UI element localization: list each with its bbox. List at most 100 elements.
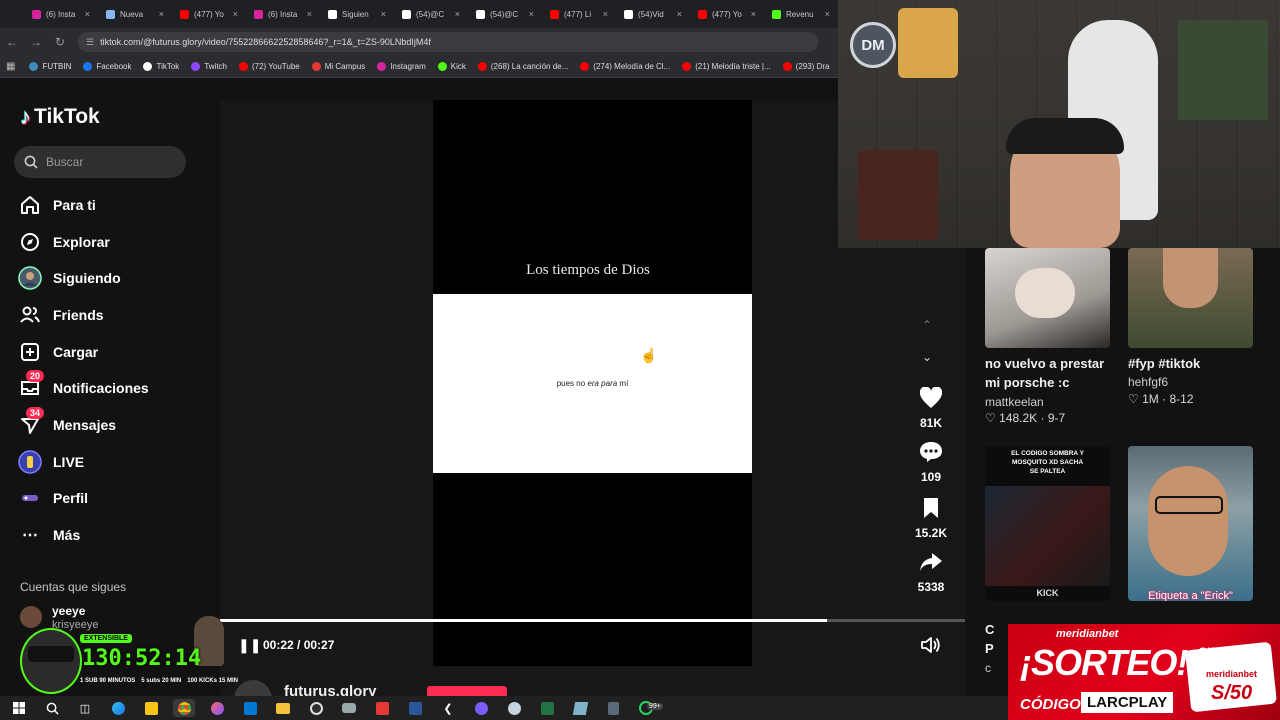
bookmark-item[interactable]: Instagram [377,62,426,71]
bookmark-item[interactable]: Twitch [191,62,227,71]
tab-label: (6) Insta [46,9,76,19]
search-input[interactable] [46,155,166,169]
recommended-thumb-1[interactable] [985,248,1110,348]
recommended-user-1[interactable]: mattkeelan [985,395,1044,409]
nav-notificaciones[interactable]: 20 Notificaciones [18,370,149,401]
search-box[interactable] [14,146,186,178]
tab-favicon-icon [106,9,115,19]
recommended-title-2[interactable]: #fyp #tiktok [1128,354,1253,373]
excel-icon[interactable] [536,699,558,717]
media-app-icon[interactable] [371,699,393,717]
windows-start-icon[interactable] [8,699,30,717]
search-icon[interactable] [41,699,63,717]
bookmark-item[interactable]: (274) Melodía de Cl... [580,62,670,71]
store-icon[interactable] [140,699,162,717]
browser-tab[interactable]: (477) Yo × [170,2,244,26]
recommended-title-3[interactable]: C [985,620,994,639]
task-view-icon[interactable]: ◫ [74,699,96,717]
recommended-user-3[interactable]: c [985,661,991,675]
tab-close-icon[interactable]: × [529,9,534,19]
comment-action[interactable]: 109 [908,441,954,484]
browser-tab[interactable]: (54)@C × [466,2,540,26]
previous-video-chevron-icon[interactable]: ⌃ [922,318,932,332]
comment-icon [920,442,942,462]
tab-close-icon[interactable]: × [455,9,460,19]
chrome-icon[interactable] [173,699,195,717]
bookmark-item[interactable]: (293) Dra [782,62,829,71]
recommended-title-1[interactable]: no vuelvo a prestar mi porsche :c [985,354,1110,392]
browser-tab[interactable]: (477) Yo × [688,2,762,26]
calculator-icon[interactable] [602,699,624,717]
tab-close-icon[interactable]: × [825,9,830,19]
nav-siguiendo[interactable]: Siguiendo [18,265,121,291]
follow-button[interactable] [427,686,507,696]
discord-icon[interactable] [470,699,492,717]
browser-tab[interactable]: (6) Insta × [22,2,96,26]
whatsapp-badge: 99+ [647,703,663,710]
back-icon[interactable]: ← [0,35,24,49]
tiktok-logo[interactable]: ♪ TikTok [20,104,100,130]
apps-icon[interactable]: ▦ [6,61,15,72]
nav-live[interactable]: LIVE [18,449,84,475]
bookmark-item[interactable]: (21) Melodía triste |... [682,62,771,71]
app-icon[interactable] [206,699,228,717]
tab-close-icon[interactable]: × [381,9,386,19]
bookmark-item[interactable]: Mi Campus [311,62,365,71]
nav-perfil[interactable]: Perfil [18,485,88,511]
bookmark-item[interactable]: FUTBIN [29,62,71,71]
browser-tab[interactable]: Revenu × [762,2,836,26]
recommended-user-2[interactable]: hehfgf6 [1128,375,1168,389]
browser-tab[interactable]: (6) Insta × [244,2,318,26]
tool-app-icon[interactable] [569,699,591,717]
steam-icon[interactable] [503,699,525,717]
save-action[interactable]: 15.2K [908,497,954,540]
nav-para-ti[interactable]: Para ti [18,192,96,218]
edge-icon[interactable] [107,699,129,717]
like-action[interactable]: 81K [908,386,954,430]
browser-tab[interactable]: Nueva × [96,2,170,26]
bookmark-item[interactable]: (268) La canción de... [477,62,568,71]
nav-cargar[interactable]: Cargar [18,339,98,365]
bookmark-item[interactable]: Kick [437,62,466,71]
nav-explorar[interactable]: Explorar [18,229,110,255]
forward-icon[interactable]: → [24,35,48,49]
pause-icon[interactable]: ❚❚ [238,637,261,654]
nav-mensajes[interactable]: 34 Mensajes [18,407,116,438]
browser-tab[interactable]: (54)Vid × [614,2,688,26]
tab-close-icon[interactable]: × [85,9,90,19]
bookmark-item[interactable]: (72) YouTube [238,62,300,71]
next-video-chevron-icon[interactable]: ⌄ [922,350,932,364]
browser-tab[interactable]: (477) Li × [540,2,614,26]
timer-stat: 100 KICKs 15 MIN [187,678,238,684]
obs-icon[interactable] [305,699,327,717]
bookmark-item[interactable]: TikTok [143,62,179,71]
recommended-thumb-2[interactable] [1128,248,1253,348]
volume-icon[interactable] [920,635,942,660]
tab-close-icon[interactable]: × [307,9,312,19]
game-app-icon[interactable] [338,699,360,717]
promo-amount: S/50 [1211,682,1253,704]
tab-close-icon[interactable]: × [159,9,164,19]
share-action[interactable]: 5338 [908,551,954,594]
bookmark-item[interactable]: Facebook [83,62,131,71]
nav-friends[interactable]: Friends [18,302,104,328]
outlook-icon[interactable] [239,699,261,717]
recommended-thumb-4[interactable]: Etiqueta a "Erick" [1128,446,1253,601]
site-info-icon[interactable]: ☰ [86,37,94,48]
recommended-title-3b[interactable]: P [985,639,994,658]
nav-mas[interactable]: ⋯ Más [18,522,80,548]
file-explorer-icon[interactable] [272,699,294,717]
whatsapp-icon[interactable]: 99+ [635,699,663,717]
tab-close-icon[interactable]: × [677,9,682,19]
word-icon[interactable] [404,699,426,717]
tab-close-icon[interactable]: × [603,9,608,19]
tab-close-icon[interactable]: × [233,9,238,19]
reload-icon[interactable]: ↻ [48,35,72,49]
browser-tab[interactable]: (54)@C × [392,2,466,26]
recommended-thumb-3[interactable]: EL CODIGO SOMBRA Y MOSQUITO XD SACHA SE … [985,446,1110,601]
following-name[interactable]: yeeye [52,604,85,618]
url-field[interactable]: ☰ tiktok.com/@futurus.glory/video/755228… [78,32,818,52]
tab-close-icon[interactable]: × [751,9,756,19]
capcut-icon[interactable]: ❮ [437,699,459,717]
browser-tab[interactable]: Siguien × [318,2,392,26]
